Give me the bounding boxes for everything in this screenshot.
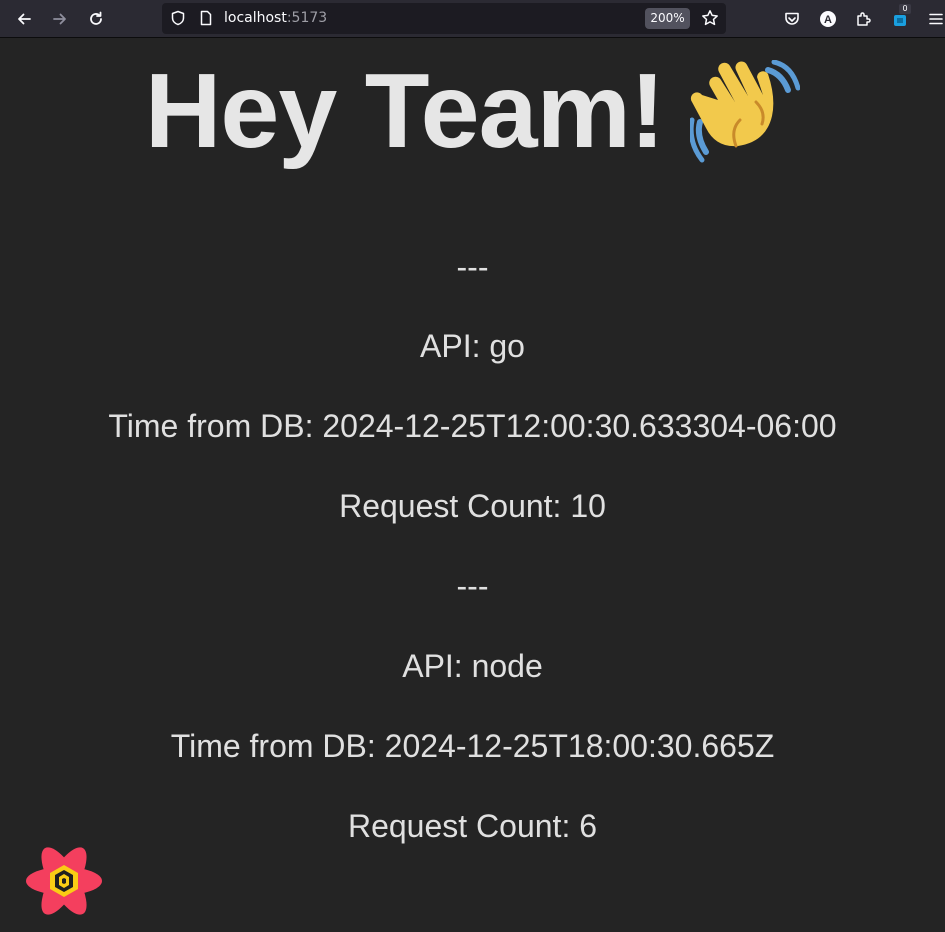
- separator: ---: [456, 249, 489, 285]
- react-atom-icon: [26, 847, 102, 915]
- waving-hand-emoji-icon: [690, 60, 801, 163]
- separator: ---: [456, 568, 489, 604]
- url-host: localhost: [224, 10, 287, 26]
- bookmark-star-icon[interactable]: [699, 7, 721, 29]
- page-info-icon[interactable]: [195, 7, 217, 29]
- react-devtools-button[interactable]: [24, 845, 104, 917]
- request-count: Request Count: 6: [347, 808, 598, 844]
- page-heading: Hey Team!: [0, 52, 945, 170]
- reload-icon[interactable]: [85, 8, 107, 30]
- url-port: :5173: [286, 10, 328, 26]
- extensions-puzzle-icon[interactable]: [853, 8, 875, 30]
- tracking-protection-shield-icon[interactable]: [167, 7, 189, 29]
- url-bar[interactable]: localhost:5173 200%: [162, 3, 726, 34]
- pocket-icon[interactable]: [781, 8, 803, 30]
- api-label: API: go: [420, 328, 525, 364]
- extension-badge-count: 0: [899, 4, 911, 14]
- page-title: Hey Team!: [144, 52, 665, 170]
- back-arrow-icon[interactable]: [13, 8, 35, 30]
- request-count: Request Count: 10: [339, 488, 606, 524]
- api-label: API: node: [402, 648, 543, 684]
- zoom-level-button[interactable]: 200%: [645, 8, 690, 29]
- account-initial: A: [824, 14, 832, 26]
- account-icon[interactable]: A: [817, 8, 839, 30]
- forward-arrow-icon[interactable]: [49, 8, 71, 30]
- db-time: Time from DB: 2024-12-25T18:00:30.665Z: [170, 728, 775, 764]
- db-time: Time from DB: 2024-12-25T12:00:30.633304…: [108, 408, 837, 444]
- url-text[interactable]: localhost:5173: [224, 10, 327, 26]
- browser-toolbar: localhost:5173 200% A 0: [0, 0, 945, 38]
- hamburger-menu-icon[interactable]: [925, 8, 945, 30]
